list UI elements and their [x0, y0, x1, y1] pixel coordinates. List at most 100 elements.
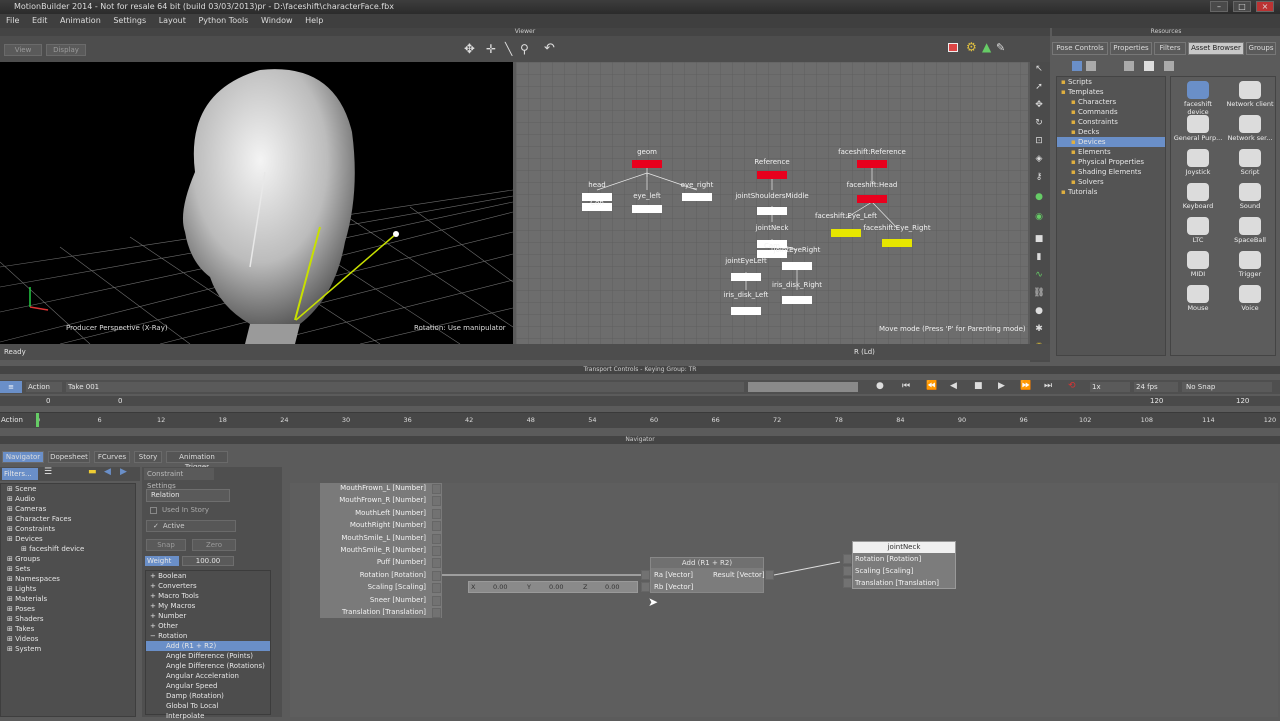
navigator-tree-item[interactable]: ⊞ System	[1, 644, 135, 654]
move-tool-icon[interactable]: ✥	[464, 42, 475, 57]
view-menu[interactable]: View	[4, 44, 42, 56]
tab-properties[interactable]: Properties	[1110, 42, 1152, 55]
tab-navigator[interactable]: Navigator	[2, 451, 44, 463]
current-frame-field[interactable]: 0	[118, 397, 122, 405]
expand-icon[interactable]: ⊞	[7, 555, 15, 563]
expand-icon[interactable]: −	[150, 632, 158, 640]
prev-key-icon[interactable]: ⏪	[926, 381, 937, 391]
navigator-tree-item[interactable]: ⊞ Poses	[1, 604, 135, 614]
folder-icon[interactable]: ▬	[88, 467, 97, 477]
operator-list-item[interactable]: Add (R1 + R2)	[146, 641, 270, 651]
rotate-icon[interactable]: ↻	[1033, 118, 1045, 129]
expand-icon[interactable]: +	[150, 592, 158, 600]
menu-layout[interactable]: Layout	[159, 16, 186, 25]
operator-list-item[interactable]: + Other	[146, 621, 270, 631]
globe-icon[interactable]: ◉	[1033, 212, 1045, 223]
expand-icon[interactable]: ⊞	[7, 575, 15, 583]
arrow-icon[interactable]: ➚	[1033, 82, 1045, 93]
navigator-tree-item[interactable]: ⊞ Devices	[1, 534, 135, 544]
time-range-bar[interactable]: 0 0 120 120	[0, 396, 1280, 406]
device-asset[interactable]: Sound	[1225, 183, 1275, 210]
expand-icon[interactable]: ⊞	[7, 585, 15, 593]
range-end[interactable]: 120	[1150, 397, 1163, 405]
key-icon[interactable]: ⚷	[1033, 172, 1045, 183]
take-select[interactable]: Take 001	[66, 382, 744, 392]
resource-tree-item[interactable]: ▪ Solvers	[1057, 177, 1165, 187]
play-icon[interactable]: ▶	[998, 381, 1005, 391]
navigator-tree-item[interactable]: ⊞ Scene	[1, 484, 135, 494]
translate-icon[interactable]: ✛	[486, 42, 496, 56]
zoom-icon[interactable]: ⚲	[520, 42, 529, 56]
scaling-input-pin[interactable]	[843, 566, 852, 576]
expand-icon[interactable]: ⊞	[7, 605, 15, 613]
tab-fcurves[interactable]: FCurves	[94, 451, 130, 463]
operator-list-item[interactable]: Angle Difference (Points)	[146, 651, 270, 661]
menu-file[interactable]: File	[6, 16, 19, 25]
move-icon[interactable]: ✥	[1033, 100, 1045, 111]
resource-tree-item[interactable]: ▪ Elements	[1057, 147, 1165, 157]
link-icon[interactable]: ⛓	[1033, 288, 1045, 299]
expand-icon[interactable]: ⊞	[21, 545, 29, 553]
expand-icon[interactable]: ⊞	[7, 515, 15, 523]
expand-icon[interactable]: ⊞	[7, 645, 15, 653]
vector-y[interactable]: 0.00	[549, 582, 563, 592]
expand-icon[interactable]: ⊞	[7, 635, 15, 643]
select-arrow-icon[interactable]: ↖	[1033, 64, 1045, 75]
constraint-settings-tab[interactable]: Constraint Settings	[144, 468, 214, 490]
navigator-tree-item[interactable]: ⊞ Character Faces	[1, 514, 135, 524]
schematic-node[interactable]	[731, 307, 761, 315]
active-toggle[interactable]: ✓ Active	[146, 520, 236, 532]
tab-filters[interactable]: Filters	[1154, 42, 1186, 55]
record-icon[interactable]: ●	[876, 381, 884, 391]
fps-select[interactable]: 24 fps	[1134, 382, 1178, 392]
weight-field[interactable]: 100.00	[182, 556, 234, 566]
device-asset[interactable]: Mouse	[1173, 285, 1223, 312]
schematic-view[interactable]: geom head Con eye_left eye_right Reference joi…	[516, 62, 1028, 344]
tab-animation-trigger[interactable]: Animation Trigger	[166, 451, 228, 471]
schematic-node[interactable]	[782, 262, 812, 270]
schematic-node[interactable]	[757, 207, 787, 215]
navigator-tree-item[interactable]: ⊞ Namespaces	[1, 574, 135, 584]
display-menu[interactable]: Display	[46, 44, 86, 56]
expand-icon[interactable]: ⊞	[7, 535, 15, 543]
back-icon[interactable]: ◀	[104, 467, 111, 477]
range-start[interactable]: 0	[46, 397, 50, 405]
expand-icon[interactable]: ⊞	[7, 625, 15, 633]
navigator-tree-item[interactable]: ⊞ Lights	[1, 584, 135, 594]
view-thumbs-icon[interactable]	[1164, 61, 1174, 71]
triangle-icon[interactable]: ▲	[982, 40, 991, 54]
device-asset[interactable]: faceshift device	[1173, 81, 1223, 116]
schematic-node[interactable]	[831, 229, 861, 237]
navigator-tree-item[interactable]: ⊞ Cameras	[1, 504, 135, 514]
view-grid-icon[interactable]	[1144, 61, 1154, 71]
filters-button[interactable]: Filters...	[2, 468, 38, 480]
view-list-icon[interactable]	[1072, 61, 1082, 71]
operator-list-item[interactable]: − Rotation	[146, 631, 270, 641]
expand-icon[interactable]: ⊞	[7, 505, 15, 513]
snap-button[interactable]: Snap	[146, 539, 186, 551]
device-asset[interactable]: General Purp...	[1173, 115, 1223, 142]
schematic-node[interactable]	[782, 296, 812, 304]
expand-icon[interactable]: ⊞	[7, 525, 15, 533]
transport-progress[interactable]	[748, 382, 858, 392]
ra-input-pin[interactable]	[641, 570, 650, 580]
device-asset[interactable]: SpaceBall	[1225, 217, 1275, 244]
tab-pose-controls[interactable]: Pose Controls	[1052, 42, 1108, 55]
resource-tree-item[interactable]: ▪ Devices	[1057, 137, 1165, 147]
add-node[interactable]: Add (R1 + R2) Ra [Vector] Rb [Vector] Re…	[641, 557, 774, 593]
device-asset[interactable]: Trigger	[1225, 251, 1275, 278]
expand-icon[interactable]: ⊞	[7, 495, 15, 503]
rb-input-pin[interactable]	[641, 582, 650, 592]
operator-list-item[interactable]: + Number	[146, 611, 270, 621]
menu-help[interactable]: Help	[305, 16, 323, 25]
zero-button[interactable]: Zero	[192, 539, 236, 551]
device-asset[interactable]: Network ser...	[1225, 115, 1275, 142]
operator-list-item[interactable]: + Converters	[146, 581, 270, 591]
view-details-icon[interactable]	[1124, 61, 1134, 71]
expand-icon[interactable]: +	[150, 622, 158, 630]
loop-icon[interactable]: ⟲	[1068, 381, 1076, 391]
filters-icon[interactable]: ≡	[0, 381, 22, 393]
expand-icon[interactable]: ⊞	[7, 565, 15, 573]
tab-story[interactable]: Story	[134, 451, 162, 463]
tools-icon[interactable]: ⚙	[966, 40, 977, 54]
